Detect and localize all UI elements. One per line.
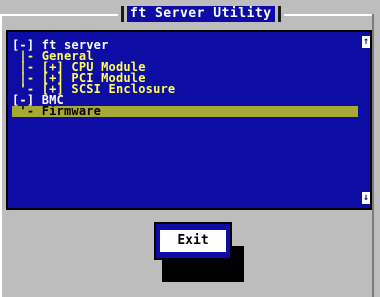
tree-panel: [-] ft server |- General |- [+] CPU Modu… [6,30,372,210]
title-right-bar [277,6,281,22]
title-left-bar [121,6,124,22]
exit-button-label: Exit [160,230,226,252]
title-group: ft Server Utility [118,4,284,24]
frame-right-border [372,14,374,297]
frame-left-border [0,14,2,297]
tree-scrollbar[interactable]: ↑ ↓ [362,32,370,208]
tree-item-firmware[interactable]: '- Firmware [12,105,358,117]
scroll-up-arrow-icon[interactable]: ↑ [362,36,370,48]
scroll-down-arrow-icon[interactable]: ↓ [362,192,370,204]
tree-list: [-] ft server |- General |- [+] CPU Modu… [12,39,358,117]
window-title: ft Server Utility [127,6,275,22]
exit-button[interactable]: Exit [154,222,232,260]
